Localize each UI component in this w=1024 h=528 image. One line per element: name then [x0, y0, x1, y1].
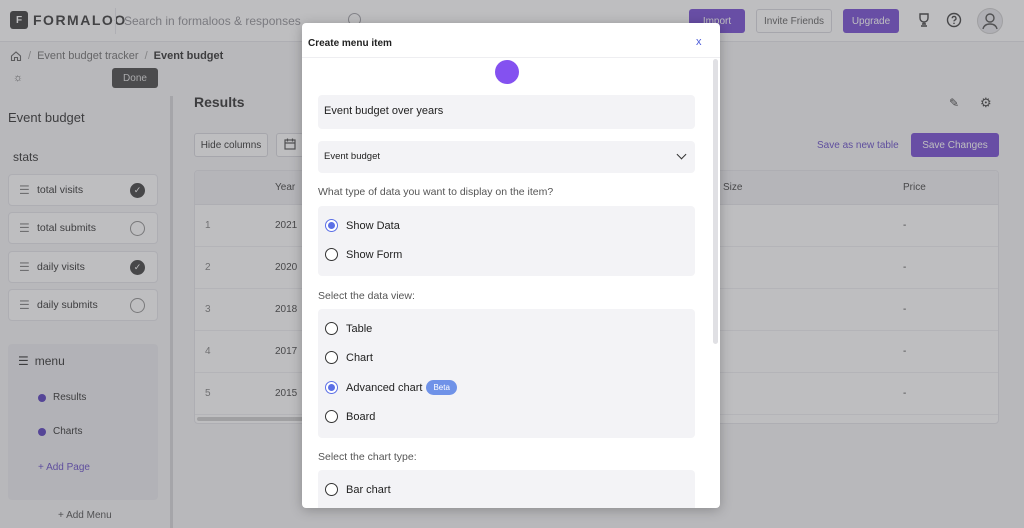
option-label: Table	[346, 322, 373, 335]
dialog-title: Create menu item	[308, 38, 392, 49]
menu-item-name-input[interactable]: Event budget over years	[318, 95, 695, 129]
option-show-data[interactable]: Show Data	[325, 219, 400, 232]
option-advanced-chart[interactable]: Advanced chart Beta	[325, 380, 457, 395]
close-button[interactable]: x	[696, 36, 702, 48]
chart-type-options: Bar chart	[318, 470, 695, 508]
option-label: Board	[346, 410, 376, 423]
form-select-value: Event budget	[324, 151, 380, 162]
option-label: Bar chart	[346, 483, 391, 496]
radio-unselected[interactable]	[325, 351, 338, 364]
radio-unselected[interactable]	[325, 483, 338, 496]
option-table[interactable]: Table	[325, 322, 372, 335]
option-label: Show Form	[346, 248, 403, 261]
radio-unselected[interactable]	[325, 410, 338, 423]
radio-unselected[interactable]	[325, 248, 338, 261]
chart-type-question: Select the chart type:	[318, 451, 417, 463]
option-chart[interactable]: Chart	[325, 351, 373, 364]
option-board[interactable]: Board	[325, 410, 375, 423]
option-label: Show Data	[346, 219, 400, 232]
data-type-options: Show Data Show Form	[318, 206, 695, 276]
dialog-divider	[302, 57, 720, 58]
create-menu-item-dialog: Create menu item x Event budget over yea…	[302, 23, 720, 508]
radio-unselected[interactable]	[325, 322, 338, 335]
data-type-question: What type of data you want to display on…	[318, 186, 554, 198]
radio-selected[interactable]	[325, 381, 338, 394]
option-label: Chart	[346, 351, 373, 364]
option-show-form[interactable]: Show Form	[325, 248, 402, 261]
form-select[interactable]: Event budget	[318, 141, 695, 173]
option-label: Advanced chart	[346, 381, 423, 394]
beta-badge: Beta	[426, 380, 457, 395]
radio-selected[interactable]	[325, 219, 338, 232]
data-view-question: Select the data view:	[318, 290, 415, 302]
chevron-down-icon	[676, 149, 687, 160]
dialog-scrollbar[interactable]	[713, 59, 718, 344]
option-bar-chart[interactable]: Bar chart	[325, 483, 391, 496]
item-color-picker[interactable]	[495, 60, 519, 84]
data-view-options: Table Chart Advanced chart Beta Board	[318, 309, 695, 438]
